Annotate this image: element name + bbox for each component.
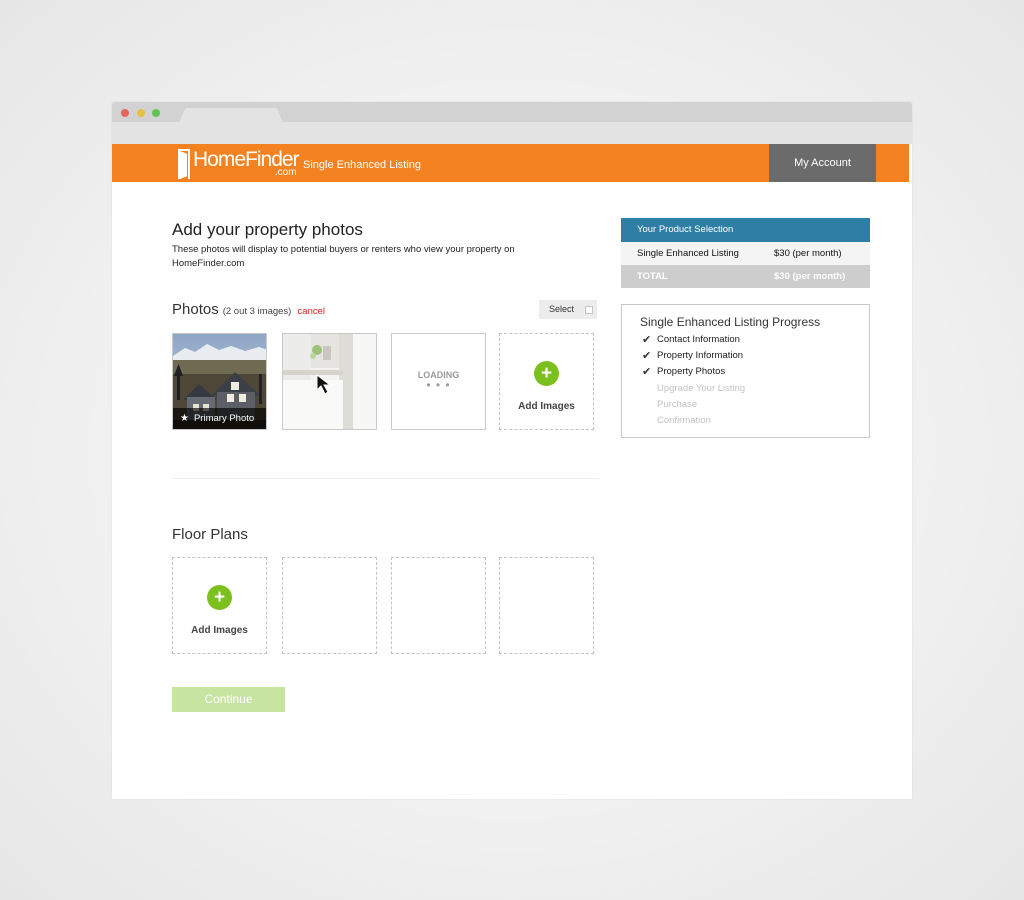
photo-tile-loading: LOADING • • • — [391, 333, 486, 430]
page-title: Add your property photos — [172, 220, 363, 239]
photos-title: Photos — [172, 301, 219, 318]
add-floor-plan-tile[interactable]: + Add Images — [172, 557, 267, 654]
plus-circle-icon: + — [534, 361, 559, 386]
progress-step: Upgrade Your Listing — [657, 383, 746, 394]
progress-step: Purchase — [657, 399, 698, 410]
total-price: $30 (per month) — [774, 271, 846, 282]
select-label: Select — [549, 304, 575, 314]
progress-step: Confirmation — [657, 415, 711, 426]
product-price: $30 (per month) — [774, 248, 842, 259]
floor-plan-slot — [282, 557, 377, 654]
add-photos-label: Add Images — [518, 401, 575, 412]
progress-step: Property Information — [657, 350, 744, 361]
photos-heading: Photos (2 out 3 images) cancel — [172, 301, 325, 318]
browser-window: HomeFinder .com Single Enhanced Listing … — [112, 102, 912, 799]
section-divider — [172, 478, 599, 479]
photos-count: (2 out 3 images) — [222, 306, 292, 317]
floor-plan-slot — [499, 557, 594, 654]
photo-tile-primary[interactable]: ★ Primary Photo — [172, 333, 267, 430]
star-icon: ★ — [180, 413, 189, 424]
add-floor-plan-label: Add Images — [191, 625, 248, 636]
progress-step: Contact Information — [657, 334, 740, 345]
page-subtitle: These photos will display to potential b… — [172, 244, 515, 269]
photo-tile-2[interactable] — [282, 333, 377, 430]
cancel-link[interactable]: cancel — [298, 306, 325, 317]
add-photos-tile[interactable]: + Add Images — [499, 333, 594, 430]
progress-panel: Single Enhanced Listing Progress ✔ Conta… — [621, 304, 870, 438]
progress-title: Single Enhanced Listing Progress — [640, 315, 821, 329]
primary-photo-badge: ★ Primary Photo — [173, 408, 266, 429]
checkmark-icon: ✔ — [642, 366, 652, 378]
primary-photo-label: Primary Photo — [193, 413, 255, 424]
progress-step: Property Photos — [657, 366, 726, 377]
total-label: TOTAL — [637, 271, 668, 282]
floor-plan-slot — [391, 557, 486, 654]
checkmark-icon: ✔ — [642, 350, 652, 362]
continue-button[interactable]: Continue — [172, 687, 285, 712]
product-label: Single Enhanced Listing — [303, 159, 422, 171]
floor-plans-heading: Floor Plans — [172, 526, 248, 543]
minimize-window-icon[interactable] — [137, 109, 145, 117]
site-header: HomeFinder .com Single Enhanced Listing … — [112, 144, 909, 182]
browser-chrome — [112, 102, 912, 144]
select-checkbox[interactable] — [585, 306, 593, 314]
logo-suffix: .com — [274, 167, 297, 178]
homefinder-logo[interactable]: HomeFinder .com — [178, 149, 300, 179]
product-total-row: TOTAL $30 (per month) — [621, 265, 870, 288]
checkmark-icon: ✔ — [642, 334, 652, 346]
door-logo-icon — [178, 149, 190, 179]
select-toggle[interactable]: Select — [539, 300, 597, 319]
arrow-cursor-icon — [316, 374, 332, 395]
close-window-icon[interactable] — [121, 109, 129, 117]
plus-circle-icon: + — [207, 585, 232, 610]
product-selection-row: Single Enhanced Listing $30 (per month) — [621, 242, 870, 265]
loading-spinner-icon: • • • — [426, 378, 451, 392]
maximize-window-icon[interactable] — [152, 109, 160, 117]
my-account-button[interactable]: My Account — [769, 144, 876, 182]
product-selection-header: Your Product Selection — [621, 218, 870, 242]
browser-tab[interactable] — [179, 108, 283, 123]
product-name: Single Enhanced Listing — [637, 248, 739, 259]
